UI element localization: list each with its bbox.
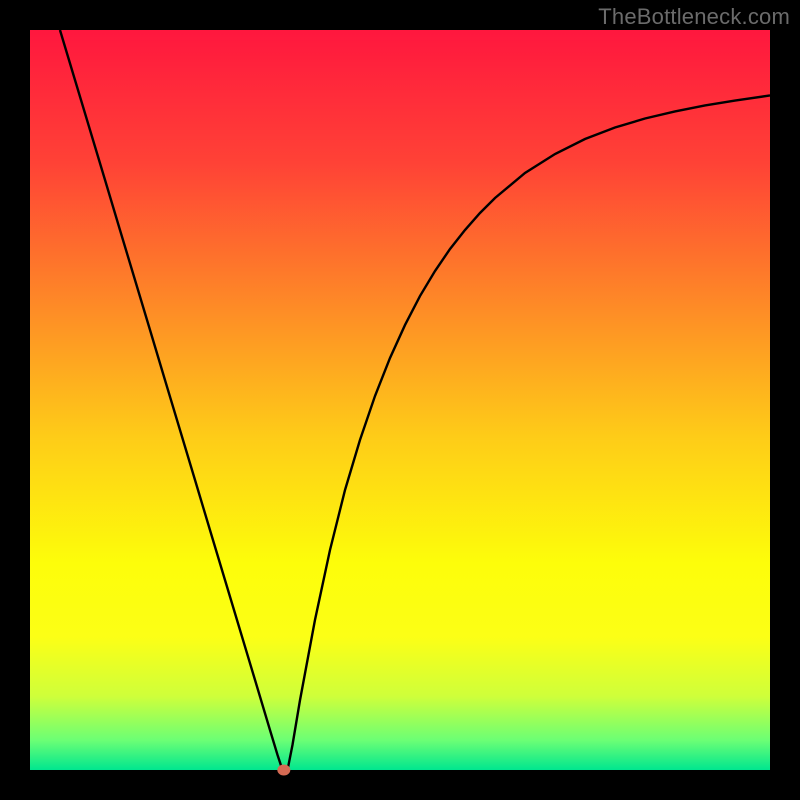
chart-svg [0, 0, 800, 800]
optimal-marker [277, 765, 290, 776]
chart-container: TheBottleneck.com [0, 0, 800, 800]
watermark-text: TheBottleneck.com [598, 4, 790, 30]
plot-area [30, 30, 770, 770]
